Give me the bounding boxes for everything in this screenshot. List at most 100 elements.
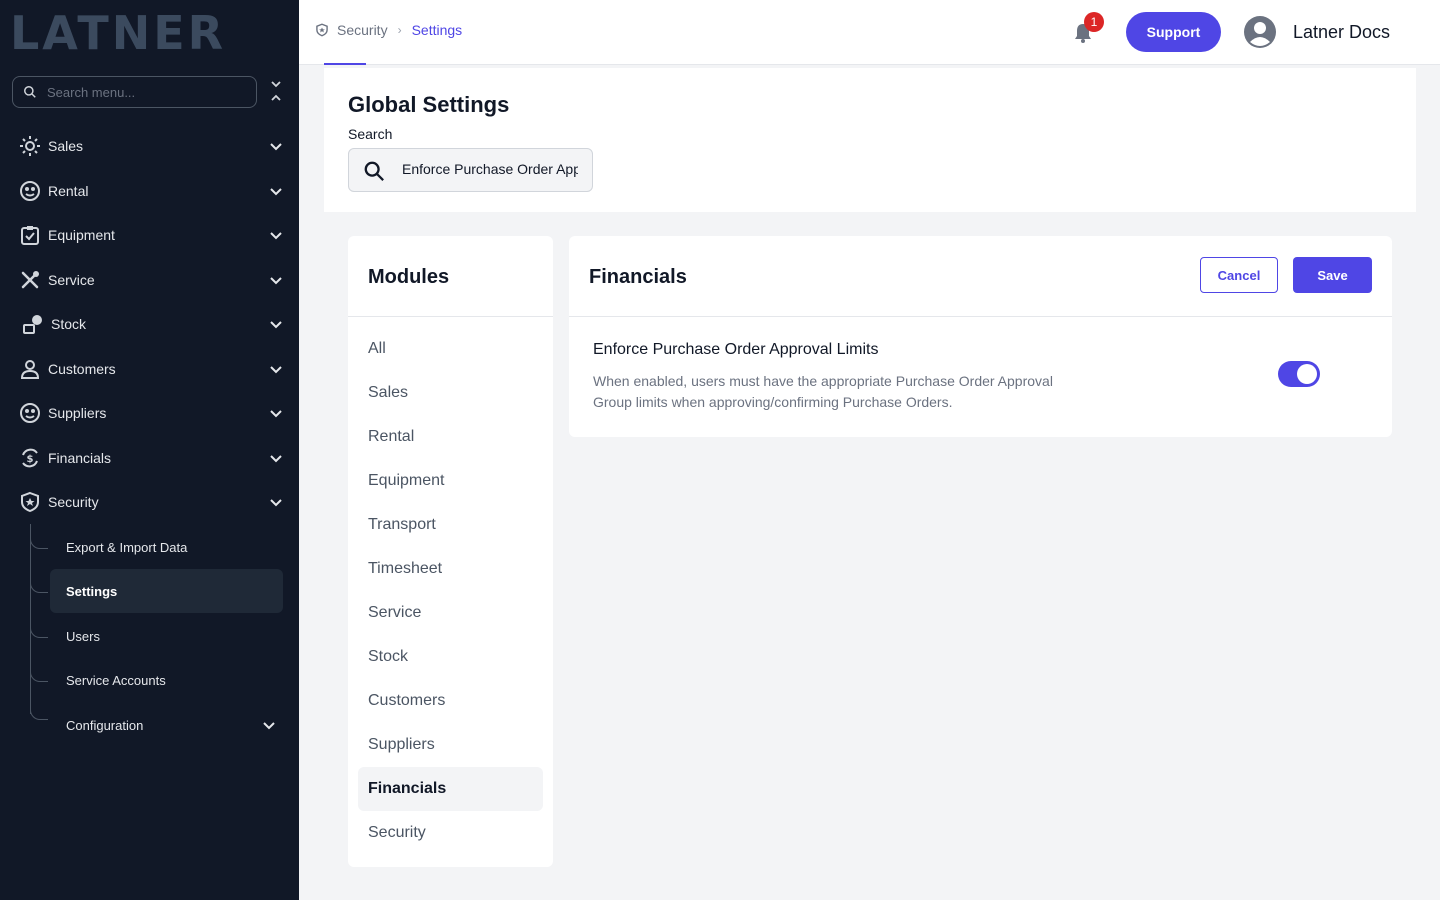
sidebar-item-label: Equipment	[48, 227, 115, 243]
module-item-label: Sales	[368, 384, 409, 401]
breadcrumb-separator-icon: ›	[397, 23, 402, 37]
support-button[interactable]: Support	[1126, 12, 1221, 52]
tree-branch	[30, 706, 48, 720]
sidebar-subitem-label: Export & Import Data	[66, 539, 188, 555]
settings-search-input[interactable]	[402, 161, 578, 177]
divider	[569, 316, 1392, 317]
module-item-label: Suppliers	[368, 736, 435, 753]
sidebar-item-label: Stock	[51, 316, 87, 332]
chevron-down-icon	[270, 277, 282, 285]
module-item-equipment[interactable]: Equipment	[358, 459, 543, 503]
module-item-label: Equipment	[368, 472, 445, 489]
sidebar-item-financials[interactable]: $ Financials	[0, 436, 299, 480]
breadcrumb-current[interactable]: Settings	[412, 22, 463, 38]
menu-search[interactable]	[12, 76, 257, 108]
module-item-financials[interactable]: Financials	[358, 767, 543, 811]
shield-icon	[19, 491, 41, 513]
module-item-service[interactable]: Service	[358, 591, 543, 635]
tree-branch	[30, 579, 48, 593]
tree-line	[30, 524, 31, 714]
save-button[interactable]: Save	[1293, 257, 1372, 293]
module-item-label: Rental	[368, 428, 415, 445]
chevron-down-icon	[270, 455, 282, 463]
sidebar-item-customers[interactable]: Customers	[0, 347, 299, 391]
section-title: Financials	[589, 266, 687, 288]
financials-icon: $	[19, 447, 41, 469]
module-item-label: Customers	[368, 692, 446, 709]
page-title: Global Settings	[348, 92, 510, 117]
settings-search[interactable]	[348, 148, 593, 192]
latner-logo[interactable]: LATNER	[10, 10, 280, 56]
chevron-down-icon	[270, 143, 282, 151]
module-item-sales[interactable]: Sales	[358, 371, 543, 415]
sidebar-item-suppliers[interactable]: Suppliers	[0, 391, 299, 435]
modules-panel: Modules All Sales Rental Equipment Trans…	[348, 236, 553, 867]
module-item-all[interactable]: All	[358, 327, 543, 371]
sidebar-item-label: Sales	[48, 138, 84, 154]
suppliers-icon	[19, 402, 41, 424]
search-icon	[24, 86, 36, 98]
top-header: Security › Settings 1 Support Latner Doc…	[299, 0, 1440, 65]
sidebar-item-label: Suppliers	[48, 405, 107, 421]
svg-text:$: $	[27, 454, 34, 465]
notification-badge: 1	[1084, 12, 1104, 32]
sidebar-subitem-service-accounts[interactable]: Service Accounts	[50, 658, 283, 702]
chevron-down-icon	[270, 321, 282, 329]
sidebar-item-label: Customers	[48, 361, 116, 377]
sidebar-item-label: Financials	[48, 450, 112, 466]
chevron-down-icon	[270, 499, 282, 507]
collapse-sidebar-icon[interactable]	[266, 80, 286, 104]
sidebar-subitem-settings[interactable]: Settings	[50, 569, 283, 613]
tree-branch	[30, 624, 48, 638]
sidebar-subitem-configuration[interactable]: Configuration	[50, 703, 283, 747]
sidebar-item-label: Rental	[48, 183, 89, 199]
equipment-icon	[19, 224, 41, 246]
tree-branch	[30, 668, 48, 682]
chevron-down-icon	[270, 410, 282, 418]
toggle-knob	[1297, 364, 1317, 384]
sales-icon	[19, 135, 41, 157]
global-settings-panel: Global Settings Search	[324, 68, 1416, 212]
sidebar-subitem-label: Users	[66, 628, 100, 644]
sidebar-item-security[interactable]: Security	[0, 480, 299, 524]
module-item-timesheet[interactable]: Timesheet	[358, 547, 543, 591]
cancel-button[interactable]: Cancel	[1200, 257, 1278, 293]
avatar[interactable]	[1244, 16, 1276, 48]
search-icon	[364, 161, 384, 181]
breadcrumb-parent[interactable]: Security	[337, 22, 388, 38]
financials-panel: Financials Cancel Save Enforce Purchase …	[569, 236, 1392, 437]
shield-icon	[316, 23, 328, 37]
user-name[interactable]: Latner Docs	[1293, 22, 1390, 43]
sidebar: LATNER Sales Rental Equipment Service St…	[0, 0, 299, 900]
service-icon	[19, 269, 41, 291]
sidebar-subitem-export-import[interactable]: Export & Import Data	[50, 525, 283, 569]
module-item-security[interactable]: Security	[358, 811, 543, 855]
setting-description: When enabled, users must have the approp…	[593, 373, 1053, 410]
sidebar-item-equipment[interactable]: Equipment	[0, 213, 299, 257]
module-item-label: Financials	[368, 780, 447, 797]
sidebar-item-sales[interactable]: Sales	[0, 124, 299, 168]
active-tab-indicator	[324, 63, 366, 65]
enforce-po-limits-toggle[interactable]	[1278, 361, 1320, 387]
module-item-customers[interactable]: Customers	[358, 679, 543, 723]
module-item-suppliers[interactable]: Suppliers	[358, 723, 543, 767]
menu-search-input[interactable]	[47, 84, 237, 100]
setting-title: Enforce Purchase Order Approval Limits	[593, 341, 879, 358]
sidebar-subitem-label: Configuration	[66, 717, 144, 733]
module-item-transport[interactable]: Transport	[358, 503, 543, 547]
module-item-rental[interactable]: Rental	[358, 415, 543, 459]
module-item-stock[interactable]: Stock	[358, 635, 543, 679]
divider	[348, 316, 553, 317]
sidebar-item-rental[interactable]: Rental	[0, 169, 299, 213]
sidebar-subitem-users[interactable]: Users	[50, 614, 283, 658]
module-item-label: Stock	[368, 648, 409, 665]
chevron-down-icon	[270, 188, 282, 196]
stock-icon	[22, 313, 44, 335]
module-item-label: Timesheet	[368, 560, 443, 577]
sidebar-item-service[interactable]: Service	[0, 258, 299, 302]
module-item-label: All	[368, 340, 386, 357]
sidebar-subitem-label: Service Accounts	[66, 672, 166, 688]
sidebar-item-stock[interactable]: Stock	[0, 302, 299, 346]
breadcrumb: Security › Settings	[315, 22, 462, 38]
customers-icon	[19, 358, 41, 380]
